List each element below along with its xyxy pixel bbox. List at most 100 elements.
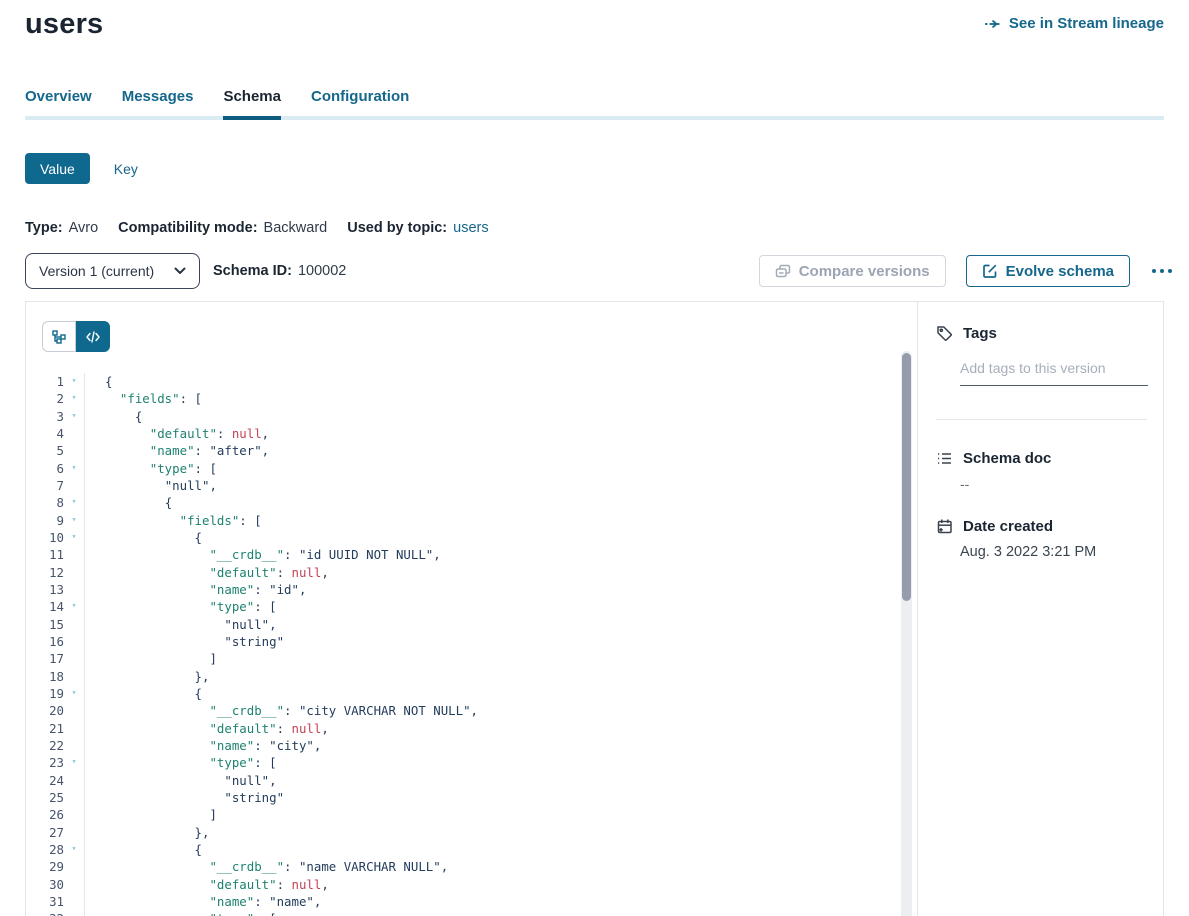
schema-id-value: 100002 xyxy=(298,263,346,279)
meta-value-link[interactable]: users xyxy=(453,220,488,236)
line-number: 30 xyxy=(26,876,64,893)
line-number: 3 xyxy=(26,408,64,425)
code-line: 9▾ "fields": [ xyxy=(26,512,917,529)
editor-view-toggle xyxy=(42,321,110,352)
line-number: 12 xyxy=(26,564,64,581)
meta-item: Used by topic:users xyxy=(347,220,488,236)
code-text: "fields": [ xyxy=(84,390,917,407)
code-text: "__crdb__": "city VARCHAR NOT NULL", xyxy=(84,702,917,719)
list-icon xyxy=(936,450,953,467)
line-number: 1 xyxy=(26,373,64,390)
fold-toggle-icon[interactable]: ▾ xyxy=(64,390,84,407)
line-number: 22 xyxy=(26,737,64,754)
fold-spacer xyxy=(64,824,84,841)
code-text: { xyxy=(84,373,917,390)
fold-toggle-icon[interactable]: ▾ xyxy=(64,910,84,916)
fold-spacer xyxy=(64,720,84,737)
line-number: 13 xyxy=(26,581,64,598)
tab-schema[interactable]: Schema xyxy=(223,88,281,116)
fold-toggle-icon[interactable]: ▾ xyxy=(64,841,84,858)
code-line: 5 "name": "after", xyxy=(26,442,917,459)
tags-input[interactable] xyxy=(960,358,1148,386)
line-number: 18 xyxy=(26,668,64,685)
fold-toggle-icon[interactable]: ▾ xyxy=(64,754,84,771)
code-text: ] xyxy=(84,650,917,667)
code-line: 24 "null", xyxy=(26,772,917,789)
tag-icon xyxy=(936,325,953,342)
version-select[interactable]: Version 1 (current) xyxy=(25,253,200,289)
code-line: 6▾ "type": [ xyxy=(26,460,917,477)
code-text: "default": null, xyxy=(84,564,917,581)
code-text: }, xyxy=(84,668,917,685)
compare-versions-icon xyxy=(775,264,791,279)
code-text: ] xyxy=(84,806,917,823)
fold-spacer xyxy=(64,702,84,719)
code-text: "string" xyxy=(84,633,917,650)
editor-scrollbar[interactable] xyxy=(901,351,912,916)
schema-doc-title: Schema doc xyxy=(963,450,1051,467)
fold-spacer xyxy=(64,876,84,893)
tree-view-button[interactable] xyxy=(42,321,76,352)
code-line: 28▾ { xyxy=(26,841,917,858)
version-bar: Version 1 (current) Schema ID: 100002 xyxy=(25,253,1174,289)
code-line: 27 }, xyxy=(26,824,917,841)
line-number: 32 xyxy=(26,910,64,916)
fold-toggle-icon[interactable]: ▾ xyxy=(64,373,84,390)
meta-label: Compatibility mode: xyxy=(118,220,257,236)
code-text: { xyxy=(84,841,917,858)
line-number: 16 xyxy=(26,633,64,650)
tabs: Overview Messages Schema Configuration xyxy=(25,88,1164,120)
code-text: "name": "after", xyxy=(84,442,917,459)
fold-spacer xyxy=(64,806,84,823)
code-line: 18 }, xyxy=(26,668,917,685)
tabs-row: Overview Messages Schema Configuration xyxy=(25,88,1164,116)
line-number: 8 xyxy=(26,494,64,511)
schema-id: Schema ID: 100002 xyxy=(213,263,346,279)
code-line: 32▾ "type": [ xyxy=(26,910,917,916)
code-line: 31 "name": "name", xyxy=(26,893,917,910)
tags-section-header: Tags xyxy=(936,325,997,342)
fold-toggle-icon[interactable]: ▾ xyxy=(64,529,84,546)
compare-versions-button[interactable]: Compare versions xyxy=(759,255,946,287)
value-toggle-button[interactable]: Value xyxy=(25,153,90,184)
compare-versions-label: Compare versions xyxy=(799,263,930,280)
code-text: "type": [ xyxy=(84,598,917,615)
date-created-title: Date created xyxy=(963,518,1053,535)
edit-icon xyxy=(982,263,998,279)
fold-toggle-icon[interactable]: ▾ xyxy=(64,512,84,529)
more-actions-button[interactable] xyxy=(1150,265,1174,277)
tab-configuration[interactable]: Configuration xyxy=(311,88,409,116)
key-toggle-button[interactable]: Key xyxy=(114,161,138,177)
code-line: 15 "null", xyxy=(26,616,917,633)
evolve-schema-label: Evolve schema xyxy=(1006,263,1114,280)
fold-toggle-icon[interactable]: ▾ xyxy=(64,460,84,477)
code-view-button[interactable] xyxy=(76,321,110,352)
line-number: 29 xyxy=(26,858,64,875)
fold-spacer xyxy=(64,546,84,563)
line-number: 7 xyxy=(26,477,64,494)
scrollbar-thumb[interactable] xyxy=(902,353,911,601)
fold-spacer xyxy=(64,616,84,633)
fold-toggle-icon[interactable]: ▾ xyxy=(64,408,84,425)
fold-spacer xyxy=(64,772,84,789)
see-in-stream-lineage-link[interactable]: See in Stream lineage xyxy=(984,15,1164,32)
fold-toggle-icon[interactable]: ▾ xyxy=(64,494,84,511)
code-line: 29 "__crdb__": "name VARCHAR NULL", xyxy=(26,858,917,875)
fold-toggle-icon[interactable]: ▾ xyxy=(64,685,84,702)
code-line: 16 "string" xyxy=(26,633,917,650)
code-text: "__crdb__": "id UUID NOT NULL", xyxy=(84,546,917,563)
code-text: "string" xyxy=(84,789,917,806)
fold-spacer xyxy=(64,668,84,685)
fold-spacer xyxy=(64,564,84,581)
code-text: "type": [ xyxy=(84,460,917,477)
tab-overview[interactable]: Overview xyxy=(25,88,92,116)
chevron-down-icon xyxy=(174,267,186,275)
schema-page: users See in Stream lineage Overview Mess… xyxy=(0,0,1189,916)
tab-messages[interactable]: Messages xyxy=(122,88,194,116)
line-number: 19 xyxy=(26,685,64,702)
page-title: users xyxy=(25,8,103,41)
code-line: 21 "default": null, xyxy=(26,720,917,737)
evolve-schema-button[interactable]: Evolve schema xyxy=(966,255,1130,287)
code-lines: 1▾{2▾ "fields": [3▾ {4 "default": null,5… xyxy=(26,373,917,916)
fold-toggle-icon[interactable]: ▾ xyxy=(64,598,84,615)
